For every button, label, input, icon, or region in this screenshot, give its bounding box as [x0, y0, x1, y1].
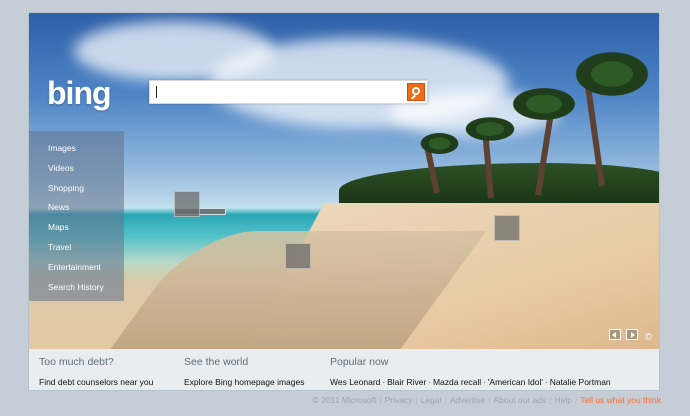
palm-crown [417, 131, 462, 156]
separator-dot: · [428, 378, 431, 387]
bing-homepage: bing Images Videos Shopping News Maps Tr… [29, 13, 659, 390]
previous-arrow-icon [612, 332, 616, 338]
world-heading: See the world [184, 356, 249, 368]
separator-dot: · [545, 378, 548, 387]
popular-now-section: Popular now Wes Leonard · Blair River · Mazd… [330, 356, 611, 390]
bing-logo[interactable]: bing [47, 75, 137, 111]
image-hotspot[interactable] [285, 243, 311, 269]
palm-crown [569, 48, 655, 100]
search-button[interactable] [407, 83, 425, 101]
debt-section: Too much debt? Find debt counselors near… [39, 356, 153, 390]
footer-separator: | [379, 395, 382, 405]
world-section: See the world Explore Bing homepage imag… [184, 356, 305, 390]
help-link[interactable]: Help [555, 395, 572, 405]
debt-heading: Too much debt? [39, 356, 114, 368]
footer: © 2011 Microsoft | Privacy | Legal | Advertise… [313, 395, 661, 405]
about-our-ads-link[interactable]: About our ads [493, 395, 546, 405]
separator-dot: · [483, 378, 486, 387]
image-hotspot[interactable] [494, 215, 520, 241]
footer-separator: | [574, 395, 578, 405]
footer-separator: | [549, 395, 552, 405]
previous-image-button[interactable] [609, 329, 621, 340]
advertise-link[interactable]: Advertise [450, 395, 485, 405]
feedback-link[interactable]: Tell us what you think [580, 395, 661, 405]
copyright-text: © 2011 Microsoft [312, 395, 377, 405]
next-arrow-icon [631, 332, 635, 338]
debt-link[interactable]: Find debt counselors near you [39, 377, 153, 387]
homepage-links-panel: Too much debt? Find debt counselors near… [29, 349, 659, 390]
search-icon-handle [411, 94, 416, 100]
nav-item-news[interactable]: News [29, 198, 124, 218]
nav-item-videos[interactable]: Videos [29, 159, 124, 179]
nav-item-images[interactable]: Images [29, 139, 124, 159]
nav-item-travel[interactable]: Travel [29, 238, 124, 258]
popular-link-wes-leonard[interactable]: Wes Leonard [330, 377, 380, 387]
image-copyright-icon[interactable]: © [645, 332, 652, 343]
search-icon [412, 87, 420, 95]
nav-item-maps[interactable]: Maps [29, 218, 124, 238]
left-navigation: Images Videos Shopping News Maps Travel … [29, 131, 124, 301]
popular-link-american-idol[interactable]: 'American Idol' [488, 377, 543, 387]
hero-image: bing Images Videos Shopping News Maps Tr… [29, 13, 659, 349]
popular-link-mazda-recall[interactable]: Mazda recall [433, 377, 481, 387]
popular-link-blair-river[interactable]: Blair River [387, 377, 426, 387]
legal-link[interactable]: Legal [421, 395, 442, 405]
world-link[interactable]: Explore Bing homepage images [184, 377, 305, 387]
palm-crown [461, 115, 519, 143]
search-bar [149, 80, 428, 104]
popular-now-heading: Popular now [330, 356, 389, 368]
footer-separator: | [415, 395, 418, 405]
next-image-button[interactable] [626, 329, 638, 340]
footer-separator: | [444, 395, 447, 405]
image-hotspot[interactable] [174, 191, 200, 217]
search-input[interactable] [150, 81, 403, 103]
nav-item-shopping[interactable]: Shopping [29, 179, 124, 199]
popular-link-natalie-portman[interactable]: Natalie Portman [550, 377, 611, 387]
privacy-link[interactable]: Privacy [385, 395, 413, 405]
nav-item-search-history[interactable]: Search History [29, 278, 124, 298]
separator-dot: · [382, 378, 386, 387]
nav-item-entertainment[interactable]: Entertainment [29, 258, 124, 278]
text-cursor [156, 86, 157, 98]
footer-separator: | [488, 395, 491, 405]
